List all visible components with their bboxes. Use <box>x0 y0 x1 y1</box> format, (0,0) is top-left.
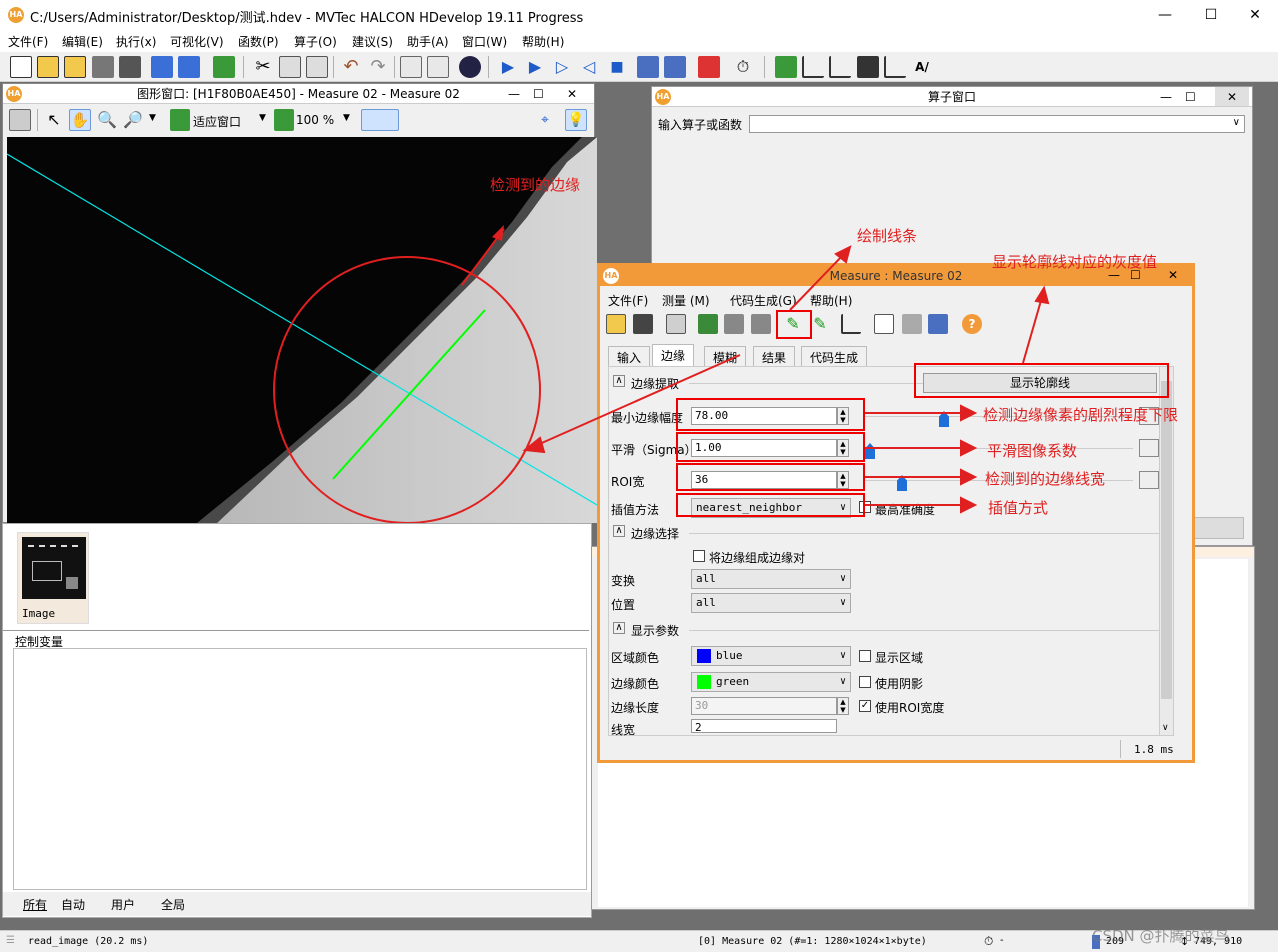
status-grip-icon: ☰ <box>6 935 15 946</box>
annotation-interp: 插值方式 <box>988 499 1049 517</box>
annotation-show-gray: 显示轮廓线对应的灰度值 <box>992 253 1158 271</box>
status-timer-icon[interactable]: ⏱ <box>984 934 993 949</box>
annotation-min-amp: 检测边缘像素的剧烈程度下限 <box>983 406 1179 424</box>
status-timer-dash: - <box>1000 935 1004 946</box>
annotation-draw-line: 绘制线条 <box>857 227 918 245</box>
annotation-edge-width: 检测到的边缘线宽 <box>985 470 1106 488</box>
status-left: read_image (20.2 ms) <box>28 936 149 947</box>
annotation-smooth: 平滑图像系数 <box>987 442 1078 460</box>
status-middle: [0] Measure 02 (#=1: 1280×1024×1×byte) <box>698 936 927 947</box>
watermark: CSDN @扑腾的菜鸟 <box>1092 927 1230 945</box>
status-bar: ☰ read_image (20.2 ms) [0] Measure 02 (#… <box>0 927 1278 952</box>
